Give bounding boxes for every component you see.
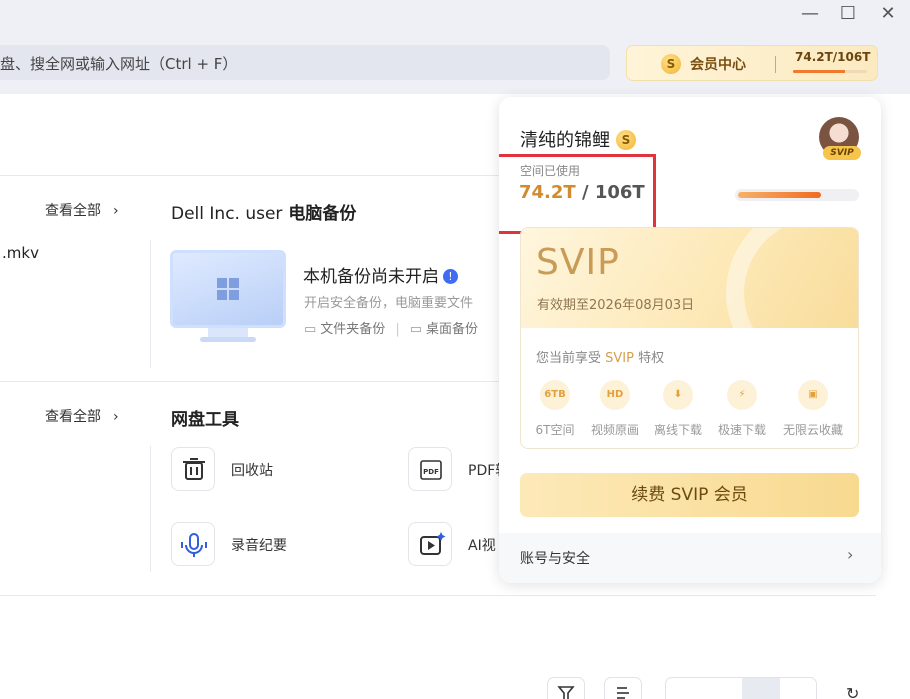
privilege-intro: 您当前享受 SVIP 特权 xyxy=(536,351,665,366)
chevron-right-icon: › xyxy=(847,545,854,564)
svg-text:PDF: PDF xyxy=(423,468,439,476)
perk-label: 无限云收藏 xyxy=(783,423,844,437)
perk-label: 6T空间 xyxy=(535,423,575,437)
tools-section-title: 网盘工具 xyxy=(171,410,239,430)
chevron-right-icon: › xyxy=(113,203,119,219)
refresh-icon[interactable]: ↻ xyxy=(846,684,868,699)
section-divider xyxy=(0,175,500,176)
member-center-button[interactable]: S 会员中心 74.2T/106T xyxy=(626,45,878,81)
pdf-icon: PDF xyxy=(408,447,452,491)
top-bar: 盘、搜全网或输入网址（Ctrl + F） S 会员中心 74.2T/106T xyxy=(0,36,910,94)
folder-icon: ▭ xyxy=(304,322,317,337)
privilege-tier: SVIP xyxy=(605,351,634,366)
title-bar: — ☐ ✕ xyxy=(0,0,910,36)
sort-button[interactable] xyxy=(604,677,642,699)
recent-see-all-link[interactable]: 查看全部 › xyxy=(45,200,119,220)
backup-links: ▭ 文件夹备份 | ▭ 桌面备份 xyxy=(304,322,479,337)
username: 清纯的锦鲤 S xyxy=(520,126,636,152)
backup-status-text: 本机备份尚未开启 xyxy=(303,267,439,287)
coin-icon: S xyxy=(616,130,636,150)
maximize-icon[interactable]: ☐ xyxy=(836,2,860,26)
backup-title-suffix: 电脑备份 xyxy=(288,204,357,224)
pill-capacity-fill xyxy=(793,70,845,73)
tool-label: 录音纪要 xyxy=(231,538,287,554)
backup-status: 本机备份尚未开启! xyxy=(303,262,458,287)
svip-header: SVIP 有效期至2026年08月03日 xyxy=(521,228,858,388)
trash-icon xyxy=(171,447,215,491)
search-input[interactable]: 盘、搜全网或输入网址（Ctrl + F） xyxy=(0,45,610,80)
highlight-box xyxy=(499,154,656,234)
perk-offline-download[interactable]: ⬇ 离线下载 xyxy=(648,380,708,438)
space-progress-bar xyxy=(735,189,859,201)
desktop-icon: ▭ xyxy=(409,322,422,337)
monitor-illustration xyxy=(170,250,286,344)
tool-label: AI视 xyxy=(468,538,496,554)
windows-logo-icon xyxy=(217,278,239,300)
member-center-label: 会员中心 xyxy=(690,57,746,73)
ai-video-icon xyxy=(408,522,452,566)
perk-fast-download[interactable]: ⚡ 极速下载 xyxy=(712,380,772,438)
section-divider xyxy=(0,595,876,596)
backup-device-name: Dell Inc. user xyxy=(171,204,283,224)
hd-video-icon: HD xyxy=(600,380,630,410)
lightning-icon: ⚡ xyxy=(727,380,757,410)
info-icon[interactable]: ! xyxy=(443,269,458,284)
svip-title: SVIP xyxy=(536,242,620,283)
view-mode-switcher[interactable] xyxy=(665,677,817,699)
column-divider xyxy=(150,446,151,572)
folder-backup-link[interactable]: 文件夹备份 xyxy=(320,322,385,337)
perk-storage[interactable]: 6TB 6T空间 xyxy=(525,380,585,438)
tools-see-all-link[interactable]: 查看全部 › xyxy=(45,406,119,426)
username-text: 清纯的锦鲤 xyxy=(520,130,610,151)
backup-section-title: Dell Inc. user 电脑备份 xyxy=(171,199,356,224)
account-security-label: 账号与安全 xyxy=(520,551,590,567)
tool-label: 回收站 xyxy=(231,463,273,479)
space-progress-fill xyxy=(738,192,821,198)
account-security-row[interactable]: 账号与安全 › xyxy=(499,533,881,583)
microphone-icon xyxy=(171,522,215,566)
storage-6tb-icon: 6TB xyxy=(540,380,570,410)
offline-download-icon: ⬇ xyxy=(663,380,693,410)
cloud-favorite-icon: ▣ xyxy=(798,380,828,410)
account-popup: 清纯的锦鲤 S SVIP 空间已使用 74.2T / 106T SVIP 有效期至… xyxy=(499,97,881,583)
minimize-icon[interactable]: — xyxy=(798,2,822,26)
section-divider xyxy=(0,381,500,382)
svip-badge: SVIP xyxy=(823,146,861,160)
close-icon[interactable]: ✕ xyxy=(876,2,900,26)
perk-unlimited-favorites[interactable]: ▣ 无限云收藏 xyxy=(783,380,843,438)
backup-description: 开启安全备份，电脑重要文件 xyxy=(304,296,474,311)
filter-button[interactable] xyxy=(547,677,585,699)
see-all-label: 查看全部 xyxy=(45,203,101,219)
see-all-label: 查看全部 xyxy=(45,409,101,425)
chevron-right-icon: › xyxy=(113,409,119,425)
perk-label: 视频原画 xyxy=(590,423,639,437)
grid-view-selected[interactable] xyxy=(742,678,780,699)
pill-capacity-bar xyxy=(793,70,867,73)
search-placeholder: 盘、搜全网或输入网址（Ctrl + F） xyxy=(0,55,238,73)
coin-icon: S xyxy=(661,54,681,74)
recent-file-name[interactable]: .mkv xyxy=(2,244,39,262)
svip-panel: SVIP 有效期至2026年08月03日 您当前享受 SVIP 特权 6TB 6… xyxy=(520,227,859,449)
column-divider xyxy=(150,240,151,368)
monitor-screen xyxy=(170,250,286,328)
perk-label: 离线下载 xyxy=(653,423,702,437)
pill-capacity: 74.2T/106T xyxy=(795,50,871,64)
perk-hd-video[interactable]: HD 视频原画 xyxy=(585,380,645,438)
svip-expiry: 有效期至2026年08月03日 xyxy=(537,298,695,313)
pill-separator xyxy=(775,56,776,73)
desktop-backup-link[interactable]: 桌面备份 xyxy=(426,322,478,337)
perk-label: 极速下载 xyxy=(717,423,766,437)
renew-svip-button[interactable]: 续费 SVIP 会员 xyxy=(520,473,859,517)
